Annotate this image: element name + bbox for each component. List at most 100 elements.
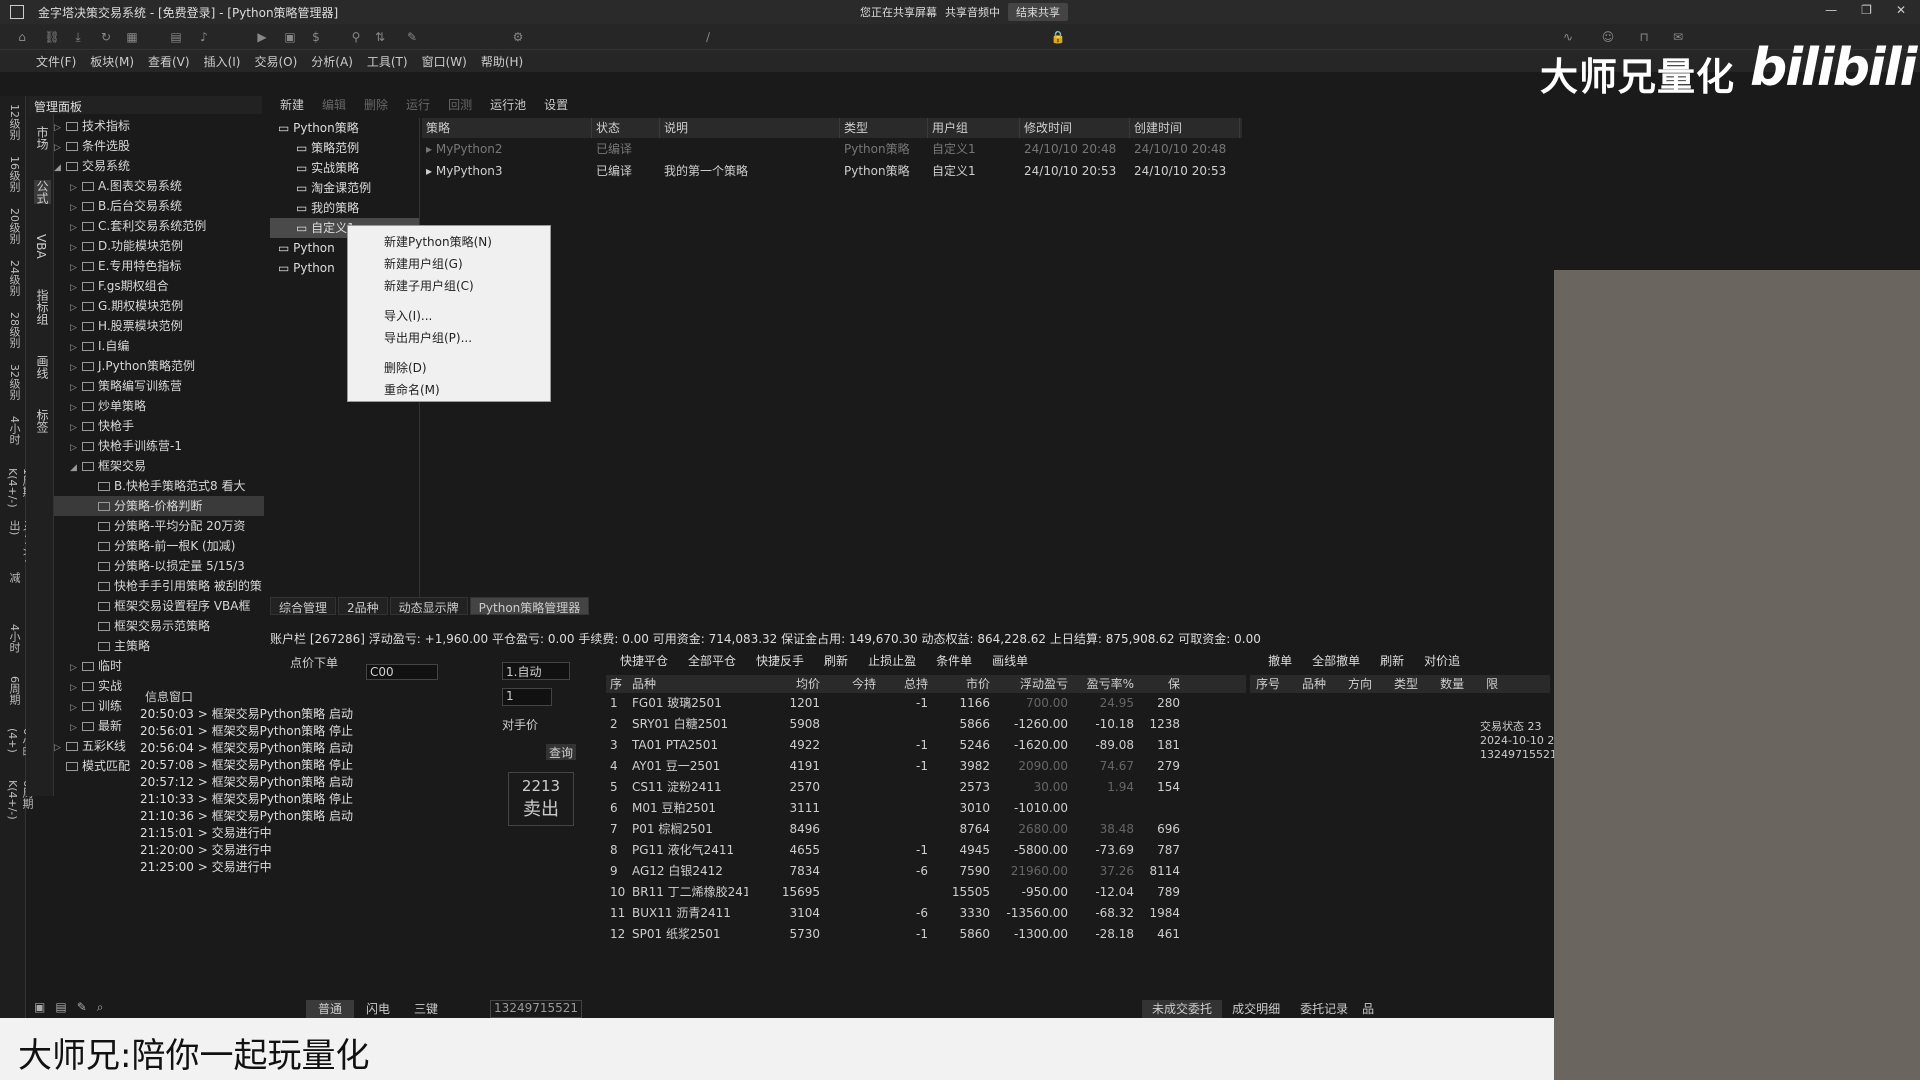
tab-three-key[interactable]: 三键 bbox=[402, 1000, 450, 1018]
period-tab[interactable]: 6周期 bbox=[6, 676, 22, 720]
position-row[interactable]: 7 P01 棕榈2501 8496 8764 2680.00 38.48 696 bbox=[606, 819, 1246, 840]
column-header[interactable]: 品种 bbox=[1302, 675, 1326, 693]
tree-item[interactable]: ▷ 临时 bbox=[54, 656, 264, 676]
close-all-button[interactable]: 全部平仓 bbox=[678, 652, 746, 670]
menu-board[interactable]: 板块(M) bbox=[90, 53, 134, 70]
tab-flash[interactable]: 闪电 bbox=[354, 1000, 402, 1018]
strategy-group-item[interactable]: ▭ Python策略 bbox=[270, 118, 419, 138]
quick-reverse-button[interactable]: 快捷反手 bbox=[746, 652, 814, 670]
dollar-icon[interactable]: $ bbox=[308, 29, 324, 45]
stop-share-button[interactable]: 结束共享 bbox=[1008, 3, 1068, 21]
column-header[interactable]: 说明 bbox=[660, 118, 840, 138]
tree-item[interactable]: ▷ 技术指标 bbox=[54, 116, 264, 136]
strategy-row[interactable]: ▸ MyPython3 已编译 我的第一个策略 Python策略 自定义1 24/10/1… bbox=[422, 160, 1242, 182]
tree-item[interactable]: 主策略 bbox=[54, 636, 264, 656]
cancel-order-button[interactable]: 撤单 bbox=[1258, 652, 1302, 670]
position-row[interactable]: 3 TA01 PTA2501 4922 -1 5246 -1620.00 -89.08 181 bbox=[606, 735, 1246, 756]
context-menu-item[interactable]: 导出用户组(P)... bbox=[348, 327, 550, 349]
conditional-order-button[interactable]: 条件单 bbox=[926, 652, 982, 670]
tree-item[interactable]: 快枪手手引用策略 被刮的策 bbox=[54, 576, 264, 596]
column-header[interactable]: 修改时间 bbox=[1020, 118, 1130, 138]
expand-arrow-icon[interactable]: ◢ bbox=[54, 158, 66, 178]
tab-pending-orders[interactable]: 未成交委托 bbox=[1142, 1000, 1223, 1018]
column-header[interactable]: 数量 bbox=[1440, 675, 1464, 693]
period-tab[interactable]: 4小时 bbox=[6, 624, 22, 668]
tree-item[interactable]: 框架交易设置程序 VBA框 bbox=[54, 596, 264, 616]
tools-icon[interactable]: ✎ bbox=[404, 29, 420, 45]
chart-icon[interactable]: ▤ bbox=[168, 29, 184, 45]
period-tab[interactable]: 28级别 bbox=[6, 312, 22, 356]
strategy-group-item[interactable]: ▭ 淘金课范例 bbox=[270, 178, 419, 198]
filter-icon[interactable]: ⚲ bbox=[348, 29, 364, 45]
tree-item[interactable]: ▷ A.图表交易系统 bbox=[54, 176, 264, 196]
menu-tools[interactable]: 工具(T) bbox=[367, 53, 408, 70]
tree-item[interactable]: 分策略-平均分配 20万资 bbox=[54, 516, 264, 536]
period-tab[interactable]: 4小时 bbox=[6, 416, 22, 460]
position-row[interactable]: 2 SRY01 白糖2501 5908 5866 -1260.00 -10.18 1238 bbox=[606, 714, 1246, 735]
expand-arrow-icon[interactable]: ▷ bbox=[70, 658, 82, 678]
context-menu-item[interactable]: 新建子用户组(C) bbox=[348, 275, 550, 297]
account-field[interactable]: 13249715521 bbox=[490, 1000, 583, 1018]
refresh-icon[interactable]: ↻ bbox=[98, 29, 114, 45]
column-header[interactable]: 创建时间 bbox=[1130, 118, 1240, 138]
backtest-button[interactable]: 回测 bbox=[448, 96, 472, 113]
tab-two-varieties[interactable]: 2品种 bbox=[338, 597, 388, 615]
expand-arrow-icon[interactable]: ▷ bbox=[70, 178, 82, 198]
position-row[interactable]: 5 CS11 淀粉2411 2570 2573 30.00 1.94 154 bbox=[606, 777, 1246, 798]
tree-item[interactable]: 分策略-以损定量 5/15/3 bbox=[54, 556, 264, 576]
context-menu-item[interactable]: 新建Python策略(N) bbox=[348, 231, 550, 253]
column-header[interactable]: 限 bbox=[1486, 675, 1498, 693]
tab-order-records[interactable]: 委托记录 bbox=[1290, 1000, 1358, 1018]
tab-overview[interactable]: 综合管理 bbox=[270, 597, 337, 615]
side-tab-drawing[interactable]: 画线 bbox=[34, 355, 51, 379]
column-header[interactable]: 用户组 bbox=[928, 118, 1020, 138]
position-row[interactable]: 4 AY01 豆一2501 4191 -1 3982 2090.00 74.67 279 bbox=[606, 756, 1246, 777]
menu-insert[interactable]: 插入(I) bbox=[204, 53, 241, 70]
settings-icon[interactable]: ⚙ bbox=[510, 29, 526, 45]
note-icon[interactable]: ✉ bbox=[1670, 29, 1686, 45]
expand-arrow-icon[interactable]: ◢ bbox=[70, 458, 82, 478]
context-menu-item[interactable]: 新建用户组(G) bbox=[348, 253, 550, 275]
tree-item[interactable]: ◢ 框架交易 bbox=[54, 456, 264, 476]
quick-close-button[interactable]: 快捷平仓 bbox=[610, 652, 678, 670]
tree-item[interactable]: ▷ 快枪手 bbox=[54, 416, 264, 436]
period-tab[interactable]: 32级别 bbox=[6, 364, 22, 408]
run-button[interactable]: 运行 bbox=[406, 96, 430, 113]
user-icon[interactable]: ☺ bbox=[1600, 29, 1616, 45]
tree-item[interactable]: ◢ 交易系统 bbox=[54, 156, 264, 176]
tree-item[interactable]: ▷ G.期权模块范例 bbox=[54, 296, 264, 316]
column-header[interactable]: 均价 bbox=[748, 675, 820, 693]
search-icon[interactable]: ⌕ bbox=[97, 1000, 104, 1015]
column-header[interactable]: 状态 bbox=[592, 118, 660, 138]
tree-item[interactable]: ▷ 策略编写训练营 bbox=[54, 376, 264, 396]
period-tab[interactable]: 12级别 bbox=[6, 104, 22, 148]
column-header[interactable]: 类型 bbox=[840, 118, 928, 138]
position-row[interactable]: 1 FG01 玻璃2501 1201 -1 1166 700.00 24.95 280 bbox=[606, 693, 1246, 714]
tree-item[interactable]: ▷ D.功能模块范例 bbox=[54, 236, 264, 256]
list-icon[interactable]: ▤ bbox=[55, 1000, 66, 1015]
tree-item[interactable]: ▷ H.股票模块范例 bbox=[54, 316, 264, 336]
expand-arrow-icon[interactable]: ▷ bbox=[70, 198, 82, 218]
tree-item[interactable]: B.快枪手策略范式8 看大 bbox=[54, 476, 264, 496]
strategy-row[interactable]: ▸ MyPython2 已编译 Python策略 自定义1 24/10/10 20:48… bbox=[422, 138, 1242, 160]
expand-arrow-icon[interactable]: ▷ bbox=[54, 738, 66, 758]
lock-icon[interactable]: 🔒 bbox=[1050, 29, 1066, 45]
grid-icon[interactable]: ▣ bbox=[34, 1000, 45, 1015]
expand-arrow-icon[interactable]: ▷ bbox=[70, 438, 82, 458]
expand-arrow-icon[interactable]: ▷ bbox=[54, 138, 66, 158]
expand-arrow-icon[interactable]: ▷ bbox=[70, 378, 82, 398]
expand-arrow-icon[interactable]: ▷ bbox=[70, 238, 82, 258]
cancel-all-button[interactable]: 全部撤单 bbox=[1302, 652, 1370, 670]
tree-item[interactable]: 分策略-前一根K (加减) bbox=[54, 536, 264, 556]
tree-item[interactable]: ▷ 炒单策略 bbox=[54, 396, 264, 416]
expand-arrow-icon[interactable]: ▷ bbox=[70, 258, 82, 278]
position-row[interactable]: 8 PG11 液化气2411 4655 -1 4945 -5800.00 -73.69 787 bbox=[606, 840, 1246, 861]
tree-item[interactable]: ▷ F.gs期权组合 bbox=[54, 276, 264, 296]
tree-item[interactable]: 分策略-价格判断 bbox=[54, 496, 264, 516]
side-tab-indicator[interactable]: 指标组 bbox=[34, 289, 51, 325]
strategy-group-item[interactable]: ▭ 实战策略 bbox=[270, 158, 419, 178]
side-tab-market[interactable]: 市场 bbox=[34, 126, 51, 150]
column-header[interactable]: 盈亏率% bbox=[1068, 675, 1134, 693]
side-tab-vba[interactable]: VBA bbox=[34, 234, 48, 259]
strategy-group-item[interactable]: ▭ 策略范例 bbox=[270, 138, 419, 158]
